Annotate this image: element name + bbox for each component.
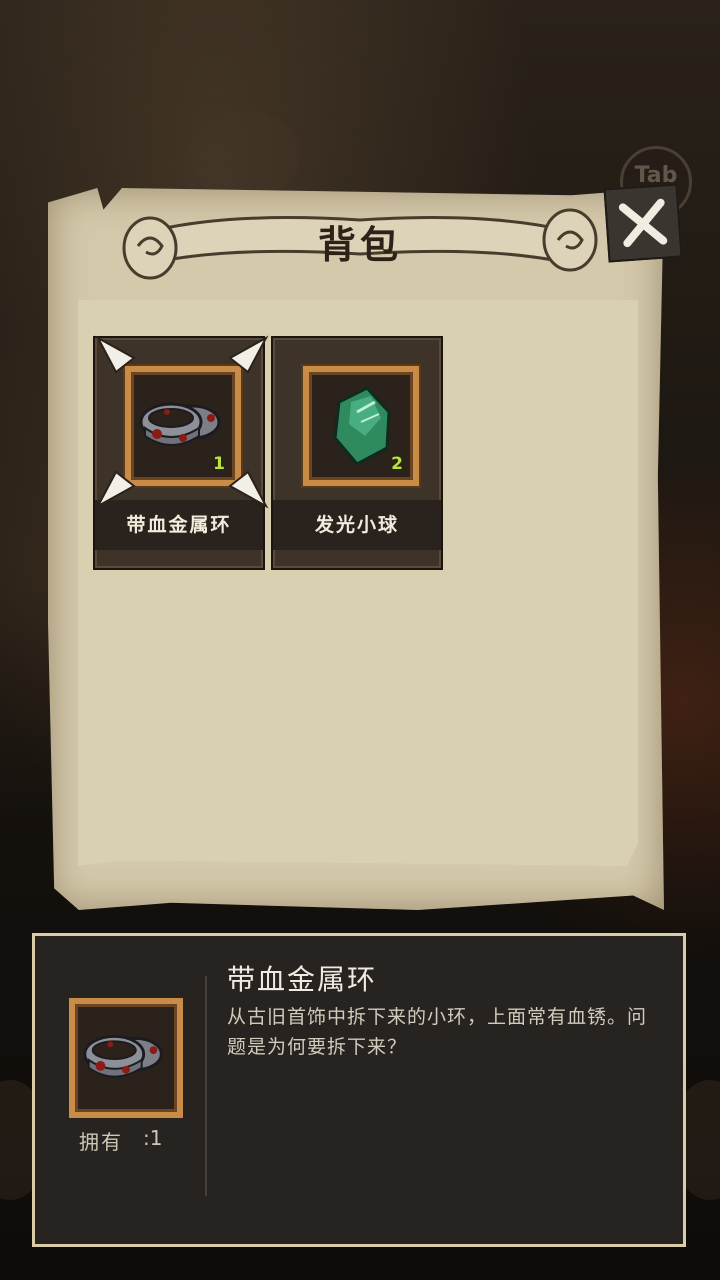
item-frame: 2 — [303, 366, 419, 486]
item-count: 2 — [391, 454, 403, 474]
item-detail-panel: 拥有 :1 带血金属环 从古旧首饰中拆下来的小环，上面常有血锈。问题是为何要拆下… — [32, 933, 686, 1247]
blood-metal-ring-icon — [83, 1034, 163, 1078]
detail-item-title: 带血金属环 — [227, 963, 378, 996]
item-name: 发光小球 — [273, 500, 441, 550]
detail-item-frame — [69, 998, 183, 1118]
background-hand — [190, 110, 300, 200]
detail-item-description: 从古旧首饰中拆下来的小环，上面常有血锈。问题是为何要拆下来？ — [227, 1006, 648, 1058]
close-button[interactable] — [603, 183, 683, 263]
close-icon — [618, 198, 668, 248]
owned-label: 拥有 — [79, 1130, 123, 1154]
selection-indicator — [95, 335, 269, 509]
owned-count: :1 — [143, 1126, 163, 1150]
inventory-slot-glowing-orb[interactable]: 2 发光小球 — [271, 336, 443, 570]
detail-divider — [205, 976, 207, 1196]
